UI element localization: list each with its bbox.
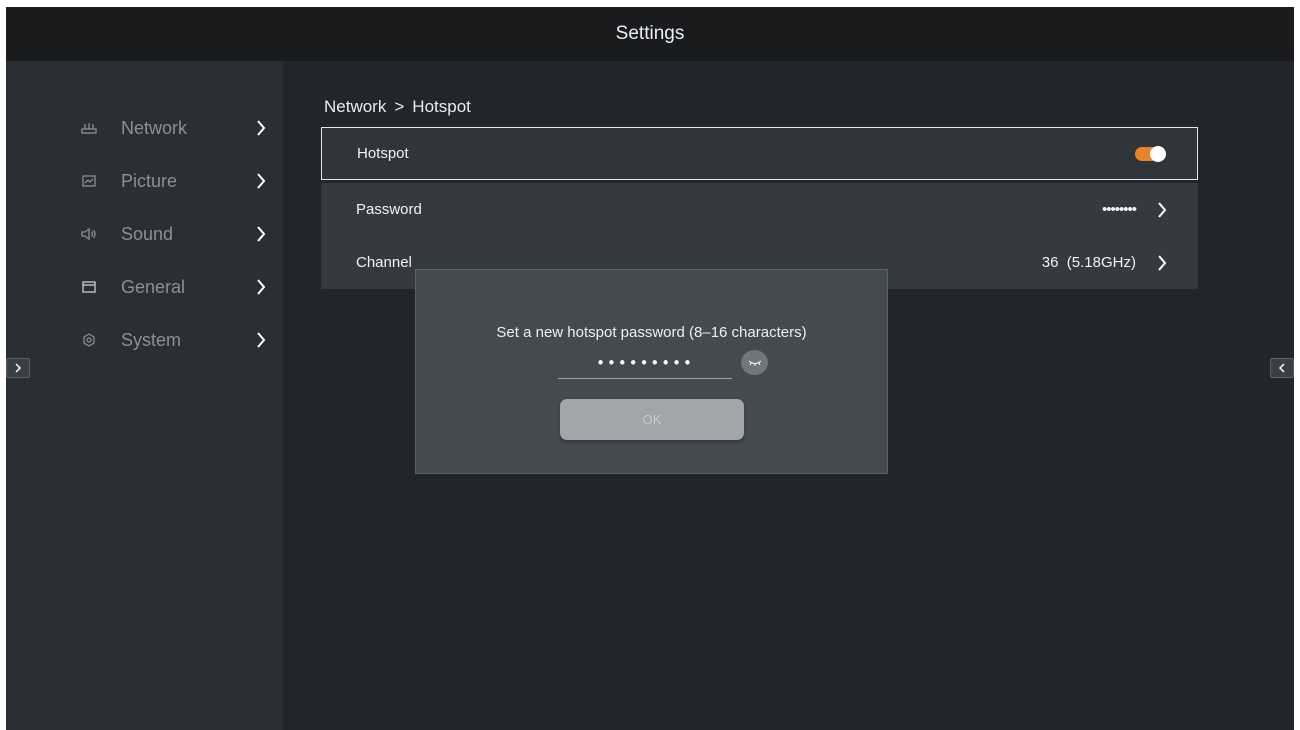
hotspot-label: Hotspot	[357, 145, 409, 162]
picture-icon	[80, 172, 98, 190]
password-input[interactable]: •••••••••	[558, 349, 732, 379]
chevron-right-icon	[15, 363, 22, 373]
sidebar: Network Picture Sound General System	[6, 61, 283, 730]
sidebar-item-sound[interactable]: Sound	[6, 214, 283, 254]
sidebar-item-system[interactable]: System	[6, 320, 283, 360]
sidebar-item-network[interactable]: Network	[6, 108, 283, 148]
chevron-right-icon	[1157, 255, 1167, 275]
chevron-right-icon	[256, 332, 266, 353]
chevron-left-icon	[1278, 363, 1285, 373]
chevron-right-icon	[256, 173, 266, 194]
password-dialog: Set a new hotspot password (8–16 charact…	[415, 269, 888, 474]
dialog-title: Set a new hotspot password (8–16 charact…	[496, 324, 807, 341]
sidebar-item-label: Sound	[121, 223, 174, 244]
expand-right-panel-button[interactable]	[1270, 358, 1294, 378]
ok-button[interactable]: OK	[560, 399, 744, 440]
gear-icon	[80, 331, 98, 349]
sidebar-item-picture[interactable]: Picture	[6, 161, 283, 201]
router-icon	[80, 119, 98, 137]
breadcrumb-parent[interactable]: Network	[324, 97, 386, 117]
chevron-right-icon	[1157, 202, 1167, 222]
hotspot-toggle[interactable]	[1135, 146, 1166, 162]
breadcrumb-current: Hotspot	[412, 97, 471, 116]
password-label: Password	[356, 201, 422, 218]
title-bar: Settings	[6, 7, 1294, 61]
window-title: Settings	[615, 23, 685, 44]
channel-value: 36 (5.18GHz)	[1041, 254, 1136, 271]
chevron-right-icon	[256, 226, 266, 247]
password-value: ••••••••	[1101, 201, 1137, 218]
sidebar-item-label: System	[121, 329, 182, 350]
toggle-knob	[1150, 146, 1166, 162]
sidebar-item-label: Network	[121, 117, 188, 138]
chevron-right-icon	[256, 279, 266, 300]
sidebar-item-general[interactable]: General	[6, 267, 283, 307]
settings-screen: Settings Network Picture Sound General S…	[6, 7, 1294, 730]
eye-closed-icon	[748, 360, 761, 366]
show-password-button[interactable]	[741, 350, 768, 375]
window-icon	[80, 278, 98, 296]
channel-label: Channel	[356, 254, 412, 271]
chevron-right-icon	[256, 120, 266, 141]
sidebar-item-label: General	[121, 276, 186, 297]
speaker-icon	[80, 225, 98, 243]
hotspot-row[interactable]: Hotspot	[321, 127, 1198, 180]
password-row[interactable]: Password ••••••••	[321, 183, 1198, 236]
breadcrumb: Network > Hotspot	[324, 97, 471, 117]
sidebar-item-label: Picture	[121, 170, 178, 191]
breadcrumb-separator: >	[394, 97, 405, 116]
expand-left-panel-button[interactable]	[6, 358, 30, 378]
